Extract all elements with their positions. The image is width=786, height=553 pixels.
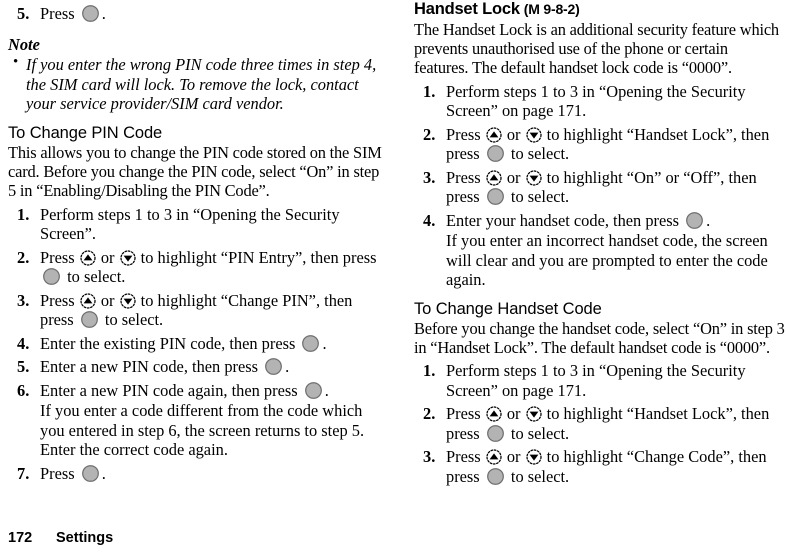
center-select-key-icon: [264, 357, 283, 376]
list-item: 1. Perform steps 1 to 3 in “Opening the S…: [414, 82, 786, 121]
nav-down-key-icon: [525, 406, 542, 423]
note-heading: Note: [8, 34, 40, 54]
step-body: Enter a new PIN code again, then press .: [40, 380, 329, 400]
center-select-key-icon: [685, 211, 704, 230]
list-item: 1. Perform steps 1 to 3 in “Opening the S…: [8, 205, 390, 244]
nav-down-key-icon: [119, 293, 136, 309]
manual-page: 5. Press . Note • If you enter the wrong …: [0, 0, 786, 553]
list-item: 3. Press or to highlight “Change Code”, t…: [414, 447, 786, 486]
step-number: 4.: [17, 333, 30, 353]
nav-up-key-icon: [80, 250, 96, 266]
step-body: Perform steps 1 to 3 in “Opening the Sec…: [446, 361, 746, 400]
step-number: 2.: [423, 124, 436, 144]
step-body: Enter the existing PIN code, then press …: [40, 333, 327, 353]
nav-up-key-icon: [80, 293, 96, 309]
nav-down-key-icon: [525, 127, 542, 143]
center-select-key-icon: [81, 464, 100, 483]
list-item: 2. Press or to highlight “PIN Entry”, the…: [8, 248, 390, 287]
step-body: Press or to highlight “Change PIN”, then…: [40, 290, 353, 330]
step-number: 3.: [17, 290, 30, 310]
menu-shortcut-ref: (M 9-8-2): [523, 1, 580, 17]
step-followup-text: If you enter an incorrect handset code, …: [446, 231, 768, 290]
step-number: 2.: [17, 247, 30, 267]
step-number: 1.: [17, 204, 30, 224]
list-item: 4. Enter your handset code, then press .I…: [414, 211, 786, 290]
step-body: Perform steps 1 to 3 in “Opening the Sec…: [446, 81, 746, 121]
section-name: Settings: [56, 530, 114, 546]
step-body: Press .: [40, 463, 106, 483]
change-handset-code-step-list: 1. Perform steps 1 to 3 in “Opening the S…: [414, 361, 786, 486]
nav-down-key-icon: [119, 250, 136, 266]
step-body: Enter a new PIN code, then press .: [40, 357, 290, 377]
list-item: 7. Press .: [8, 464, 390, 484]
note-list: • If you enter the wrong PIN code three t…: [8, 54, 390, 114]
continued-step-list: 5. Press .: [8, 4, 390, 24]
step-body: Perform steps 1 to 3 in “Opening the Sec…: [40, 204, 340, 244]
change-pin-intro: This allows you to change the PIN code s…: [8, 142, 382, 201]
heading-handset-lock-text: Handset Lock: [414, 0, 520, 18]
step-number: 6.: [17, 380, 30, 400]
list-item: 2. Press or to highlight “Handset Lock”, …: [414, 125, 786, 164]
step-number: 7.: [17, 463, 30, 483]
right-column: Handset Lock (M 9-8-2) The Handset Lock i…: [414, 0, 786, 487]
list-item: 5. Press .: [8, 4, 390, 24]
step-body: Press .: [40, 4, 106, 23]
step-number: 1.: [423, 361, 436, 381]
list-item: 2. Press or to highlight “Handset Lock”, …: [414, 404, 786, 443]
heading-to-change-handset-code: To Change Handset Code: [414, 299, 602, 318]
nav-up-key-icon: [486, 406, 502, 423]
handset-lock-step-list: 1. Perform steps 1 to 3 in “Opening the S…: [414, 82, 786, 290]
center-select-key-icon: [486, 424, 505, 443]
list-item: 4. Enter the existing PIN code, then pres…: [8, 334, 390, 354]
list-item: 1. Perform steps 1 to 3 in “Opening the S…: [414, 361, 786, 400]
center-select-key-icon: [301, 334, 320, 353]
step-number: 4.: [423, 210, 436, 230]
step-followup-text: If you enter a code different from the c…: [40, 401, 365, 460]
center-select-key-icon: [304, 381, 323, 400]
page-number: 172: [8, 530, 33, 546]
nav-up-key-icon: [486, 127, 502, 143]
center-select-key-icon: [42, 267, 61, 286]
center-select-key-icon: [486, 187, 505, 206]
step-number: 3.: [423, 167, 436, 187]
center-select-key-icon: [486, 144, 505, 163]
bullet-icon: •: [13, 54, 19, 71]
step-number: 1.: [423, 81, 436, 101]
change-handset-code-intro: Before you change the handset code, sele…: [414, 318, 785, 358]
center-select-key-icon: [486, 467, 505, 486]
step-body: Enter your handset code, then press .: [446, 210, 711, 230]
nav-down-key-icon: [525, 449, 542, 466]
step-body: Press or to highlight “PIN Entry”, then …: [40, 247, 377, 287]
step-body: Press or to highlight “Handset Lock”, th…: [446, 124, 770, 164]
heading-to-change-pin-code: To Change PIN Code: [8, 123, 163, 142]
nav-up-key-icon: [486, 449, 502, 466]
heading-handset-lock: Handset Lock (M 9-8-2): [414, 0, 786, 20]
step-body: Press or to highlight “Change Code”, the…: [446, 447, 767, 486]
step-number: 2.: [423, 404, 436, 424]
list-item: 3. Press or to highlight “Change PIN”, th…: [8, 291, 390, 330]
step-body: Press or to highlight “Handset Lock”, th…: [446, 404, 770, 443]
list-item: 3. Press or to highlight “On” or “Off”, t…: [414, 168, 786, 207]
nav-down-key-icon: [525, 170, 542, 186]
change-pin-step-list: 1. Perform steps 1 to 3 in “Opening the S…: [8, 205, 390, 484]
list-item: 5. Enter a new PIN code, then press .: [8, 357, 390, 377]
step-number: 5.: [17, 357, 30, 377]
center-select-key-icon: [80, 310, 99, 329]
center-select-key-icon: [81, 4, 100, 23]
step-number: 5.: [17, 4, 30, 23]
left-column: 5. Press . Note • If you enter the wrong …: [8, 0, 390, 483]
page-footer: 172 Settings: [8, 530, 778, 546]
note-item: • If you enter the wrong PIN code three t…: [13, 54, 377, 114]
step-body: Press or to highlight “On” or “Off”, the…: [446, 167, 757, 207]
handset-lock-intro: The Handset Lock is an additional securi…: [414, 19, 779, 78]
nav-up-key-icon: [486, 170, 502, 186]
list-item: 6. Enter a new PIN code again, then press…: [8, 381, 390, 460]
step-number: 3.: [423, 447, 436, 467]
